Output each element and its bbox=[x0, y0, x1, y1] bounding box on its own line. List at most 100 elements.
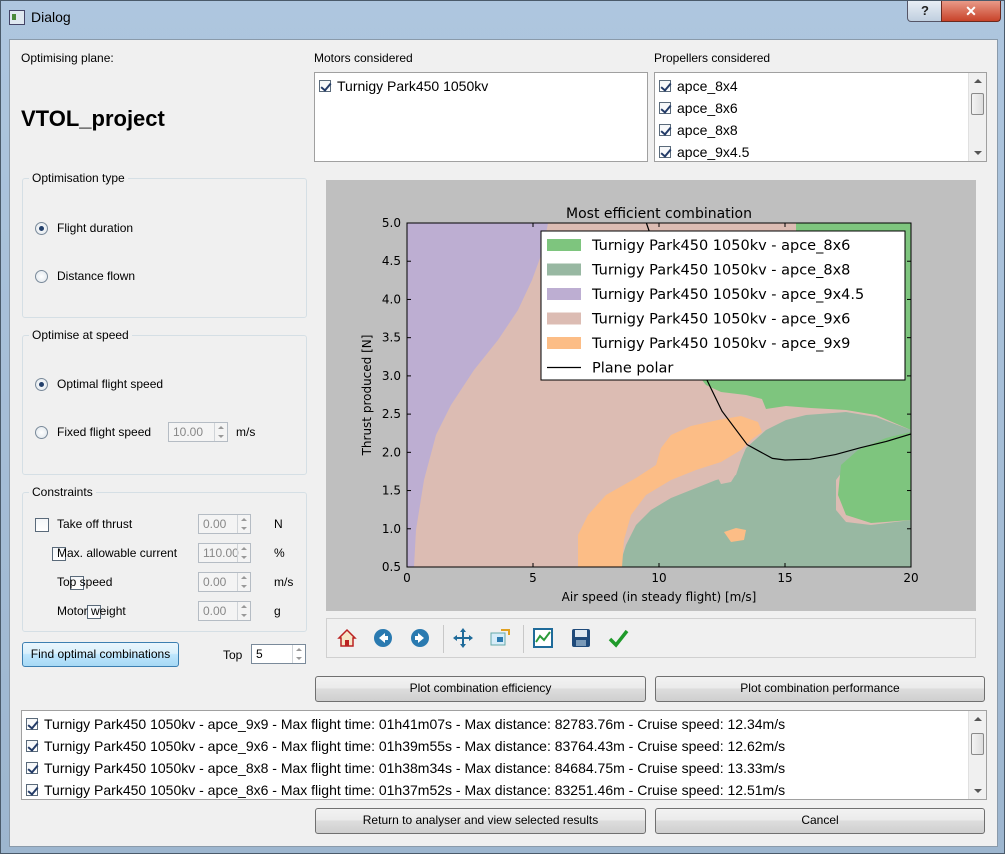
home-icon[interactable] bbox=[336, 627, 358, 649]
result-checkbox[interactable] bbox=[26, 717, 38, 730]
propeller-checkbox[interactable] bbox=[659, 101, 671, 114]
x-tick-label: 5 bbox=[529, 571, 537, 585]
results-list[interactable]: Turnigy Park450 1050kv - apce_9x9 - Max … bbox=[21, 710, 987, 800]
result-checkbox[interactable] bbox=[26, 783, 38, 796]
take-off-thrust-unit: N bbox=[274, 517, 283, 531]
propeller-checkbox[interactable] bbox=[659, 79, 671, 92]
spin-arrows-icon[interactable] bbox=[214, 423, 227, 441]
propeller-item[interactable]: apce_9x4.5 bbox=[659, 141, 750, 161]
motors-list[interactable]: Turnigy Park450 1050kv bbox=[314, 72, 648, 162]
motor-weight-unit: g bbox=[274, 604, 281, 618]
spin-arrows-icon[interactable] bbox=[237, 573, 250, 591]
top-spinbox[interactable]: 5 bbox=[251, 644, 306, 664]
check-icon[interactable] bbox=[607, 627, 629, 649]
y-tick-label: 4.5 bbox=[382, 254, 401, 268]
scroll-down-icon[interactable] bbox=[969, 144, 986, 161]
motor-weight-spinbox[interactable]: 0.00 bbox=[198, 601, 251, 621]
return-to-analyser-button[interactable]: Return to analyser and view selected res… bbox=[315, 808, 646, 834]
max-current-label[interactable]: Max. allowable current bbox=[57, 546, 177, 560]
take-off-thrust-spinbox[interactable]: 0.00 bbox=[198, 514, 251, 534]
x-tick-label: 0 bbox=[403, 571, 411, 585]
zoom-icon[interactable] bbox=[489, 627, 511, 649]
back-icon[interactable] bbox=[372, 627, 394, 649]
legend-swatch bbox=[547, 337, 581, 349]
propeller-label: apce_9x4.5 bbox=[677, 144, 750, 160]
result-item[interactable]: Turnigy Park450 1050kv - apce_9x6 - Max … bbox=[26, 735, 785, 757]
scroll-up-icon[interactable] bbox=[969, 711, 986, 728]
fixed-speed-spinbox[interactable]: 10.00 bbox=[168, 422, 228, 442]
plot-performance-button[interactable]: Plot combination performance bbox=[655, 676, 985, 702]
top-speed-label[interactable]: Top speed bbox=[57, 575, 112, 589]
motor-item-checkbox[interactable] bbox=[319, 79, 331, 92]
spin-arrows-icon[interactable] bbox=[292, 645, 305, 663]
spin-arrows-icon[interactable] bbox=[237, 602, 250, 620]
distance-flown-label[interactable]: Distance flown bbox=[57, 269, 135, 283]
help-button[interactable]: ? bbox=[907, 1, 943, 22]
dialog-window: Dialog ? ✕ Optimising plane: VTOL_projec… bbox=[0, 0, 1005, 854]
chart-svg: 0 5 10 15 20 0.51.01.52.02.53.03.54.04.55.0 … bbox=[360, 206, 919, 604]
close-button[interactable]: ✕ bbox=[941, 1, 1001, 22]
forward-icon[interactable] bbox=[409, 627, 431, 649]
toolbar-separator bbox=[443, 625, 444, 653]
distance-flown-radio[interactable] bbox=[35, 270, 48, 283]
save-icon[interactable] bbox=[570, 627, 592, 649]
plot-efficiency-button[interactable]: Plot combination efficiency bbox=[315, 676, 646, 702]
propeller-checkbox[interactable] bbox=[659, 145, 671, 158]
chart-canvas[interactable]: 0 5 10 15 20 0.5 1.0 1.5 2.0 2.5 3.0 3.5 4.0 4.5 5.0 … bbox=[326, 180, 976, 611]
take-off-thrust-value: 0.00 bbox=[203, 517, 227, 531]
max-current-spinbox[interactable]: 110.00 bbox=[198, 543, 251, 563]
x-tick-label: 10 bbox=[651, 571, 666, 585]
propeller-label: apce_8x6 bbox=[677, 100, 738, 116]
y-tick-label: 2.5 bbox=[382, 407, 401, 421]
result-item[interactable]: Turnigy Park450 1050kv - apce_9x9 - Max … bbox=[26, 713, 785, 735]
top-speed-unit: m/s bbox=[274, 575, 294, 589]
result-checkbox[interactable] bbox=[26, 761, 38, 774]
scroll-thumb[interactable] bbox=[971, 93, 984, 115]
motor-item-label: Turnigy Park450 1050kv bbox=[337, 78, 489, 94]
y-tick-label: 1.5 bbox=[382, 484, 401, 498]
result-label: Turnigy Park450 1050kv - apce_8x8 - Max … bbox=[44, 760, 786, 776]
subplots-icon[interactable] bbox=[532, 627, 554, 649]
propellers-list[interactable]: apce_8x4 apce_8x6 apce_8x8 apce_9x4.5 bbox=[654, 72, 987, 162]
y-axis-label: Thrust produced [N] bbox=[360, 335, 374, 457]
y-tick-label: 3.0 bbox=[382, 369, 401, 383]
flight-duration-radio[interactable] bbox=[35, 222, 48, 235]
plane-name: VTOL_project bbox=[21, 106, 165, 131]
flight-duration-label[interactable]: Flight duration bbox=[57, 221, 133, 235]
find-optimal-button[interactable]: Find optimal combinations bbox=[22, 642, 179, 667]
optimal-speed-radio[interactable] bbox=[35, 378, 48, 391]
result-label: Turnigy Park450 1050kv - apce_9x9 - Max … bbox=[44, 716, 786, 732]
scroll-down-icon[interactable] bbox=[969, 782, 986, 799]
scroll-thumb[interactable] bbox=[971, 733, 984, 755]
spin-arrows-icon[interactable] bbox=[237, 515, 250, 533]
scroll-up-icon[interactable] bbox=[969, 73, 986, 90]
result-label: Turnigy Park450 1050kv - apce_8x6 - Max … bbox=[44, 782, 786, 798]
propeller-label: apce_8x4 bbox=[677, 78, 738, 94]
propeller-item[interactable]: apce_8x6 bbox=[659, 97, 738, 119]
cancel-button[interactable]: Cancel bbox=[655, 808, 985, 834]
propeller-item[interactable]: apce_8x8 bbox=[659, 119, 738, 141]
motor-item[interactable]: Turnigy Park450 1050kv bbox=[319, 75, 488, 97]
fixed-speed-label[interactable]: Fixed flight speed bbox=[57, 425, 151, 439]
result-checkbox[interactable] bbox=[26, 739, 38, 752]
motor-weight-label[interactable]: Motor weight bbox=[57, 604, 126, 618]
y-tick-label: 2.0 bbox=[382, 445, 401, 459]
top-speed-value: 0.00 bbox=[203, 575, 227, 589]
optimisation-type-group: Optimisation type Flight duration Distan… bbox=[22, 171, 307, 318]
take-off-thrust-checkbox[interactable] bbox=[35, 517, 49, 532]
propeller-item[interactable]: apce_8x4 bbox=[659, 75, 738, 97]
results-scrollbar[interactable] bbox=[968, 711, 986, 799]
optimal-speed-label[interactable]: Optimal flight speed bbox=[57, 377, 163, 391]
spin-arrows-icon[interactable] bbox=[237, 544, 250, 562]
propellers-scrollbar[interactable] bbox=[968, 73, 986, 161]
result-item[interactable]: Turnigy Park450 1050kv - apce_8x6 - Max … bbox=[26, 779, 786, 799]
chart-title: Most efficient combination bbox=[566, 206, 752, 222]
propeller-checkbox[interactable] bbox=[659, 123, 671, 136]
result-item[interactable]: Turnigy Park450 1050kv - apce_8x8 - Max … bbox=[26, 757, 785, 779]
take-off-thrust-label[interactable]: Take off thrust bbox=[57, 517, 132, 531]
pan-icon[interactable] bbox=[452, 627, 474, 649]
title-bar[interactable]: Dialog ? ✕ bbox=[1, 1, 1004, 33]
fixed-speed-radio[interactable] bbox=[35, 426, 48, 439]
top-speed-spinbox[interactable]: 0.00 bbox=[198, 572, 251, 592]
fixed-speed-unit: m/s bbox=[236, 425, 256, 439]
